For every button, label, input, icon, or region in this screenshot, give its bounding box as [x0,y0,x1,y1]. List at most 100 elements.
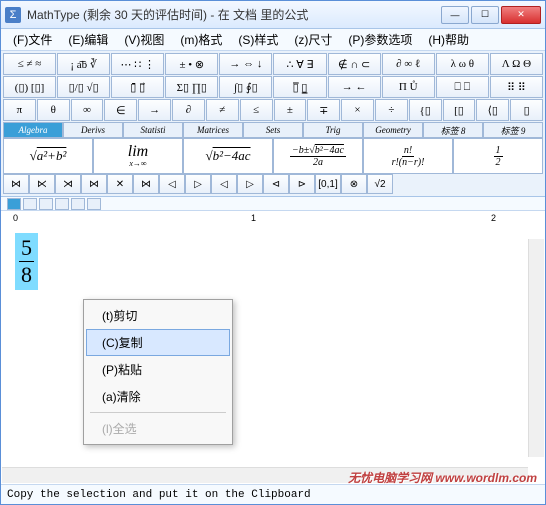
palette-matrices[interactable]: ⎕ ⎕ [436,76,489,98]
palette-overbar[interactable]: ▯̅ ▯̲ [273,76,326,98]
vertical-scrollbar[interactable] [528,239,544,457]
ctx-clear[interactable]: (a)清除 [86,383,230,410]
tab-matrices[interactable]: Matrices [183,122,243,138]
horizontal-ruler[interactable]: 0 1 2 [1,211,545,227]
ruler-btn-6[interactable] [87,198,101,210]
menu-format[interactable]: (m)格式 [172,29,230,50]
sym-leq[interactable]: ≤ [240,99,273,121]
palette-spaces[interactable]: ⋯ ∷ ⋮ [111,53,164,75]
palette-arrows[interactable]: → ⇔ ↓ [219,53,272,75]
tab-8[interactable]: 标签 8 [423,122,483,138]
tab-9[interactable]: 标签 9 [483,122,543,138]
sym-times[interactable]: × [341,99,374,121]
sym-neq[interactable]: ≠ [206,99,239,121]
palette-operators[interactable]: ± • ⊗ [165,53,218,75]
maximize-button[interactable]: ☐ [471,6,499,24]
ruler-controls [1,197,545,211]
sm-3[interactable]: ⋊ [55,174,81,194]
palette-greek-upper[interactable]: Λ Ω Θ [490,53,543,75]
formula-quadratic[interactable]: −b±√b²−4ac2a [273,138,363,174]
template-palette-row2: (▯) [▯] ▯/▯ √▯ ▯̄ ▯⃗ Σ▯ ∏▯ ∫▯ ∮▯ ▯̅ ▯̲ →… [3,76,543,98]
ruler-btn-2[interactable] [23,198,37,210]
tab-derivs[interactable]: Derivs [63,122,123,138]
tab-sets[interactable]: Sets [243,122,303,138]
sm-7[interactable]: ◁ [159,174,185,194]
fraction-denominator[interactable]: 8 [19,262,34,288]
palette-relations[interactable]: ≤ ≠ ≈ [3,53,56,75]
menu-edit[interactable]: (E)编辑 [60,29,116,50]
sm-1[interactable]: ⋈ [3,174,29,194]
sm-12[interactable]: ⊳ [289,174,315,194]
formula-binomial[interactable]: n!r!(n−r)! [363,138,453,174]
menu-view[interactable]: (V)视图 [116,29,172,50]
palette-logic[interactable]: ∴ ∀ ∃ [273,53,326,75]
ctx-paste[interactable]: (P)粘贴 [86,356,230,383]
sym-pm[interactable]: ± [274,99,307,121]
palette-misc[interactable]: ∂ ∞ ℓ [382,53,435,75]
sym-bracket[interactable]: [▯ [443,99,476,121]
sm-2[interactable]: ⋉ [29,174,55,194]
sm-10[interactable]: ▷ [237,174,263,194]
ctx-copy[interactable]: (C)复制 [86,329,230,356]
sym-div[interactable]: ÷ [375,99,408,121]
sm-6[interactable]: ⋈ [133,174,159,194]
sym-theta[interactable]: θ [37,99,70,121]
menu-file[interactable]: (F)文件 [5,29,60,50]
app-window: Σ MathType (剩余 30 天的评估时间) - 在 文档 里的公式 — … [0,0,546,505]
sym-partial[interactable]: ∂ [172,99,205,121]
sm-4[interactable]: ⋈ [81,174,107,194]
ctx-cut[interactable]: (t)剪切 [86,302,230,329]
menu-style[interactable]: (S)样式 [230,29,286,50]
sym-in[interactable]: ∈ [104,99,137,121]
palette-integrals[interactable]: ∫▯ ∮▯ [219,76,272,98]
sm-15[interactable]: √2 [367,174,393,194]
palette-settheory[interactable]: ∉ ∩ ⊂ [328,53,381,75]
ruler-btn-1[interactable] [7,198,21,210]
sym-brace[interactable]: {▯ [409,99,442,121]
sm-13[interactable]: [0,1] [315,174,341,194]
fraction-numerator[interactable]: 5 [19,235,34,262]
sm-11[interactable]: ⊲ [263,174,289,194]
ruler-mark-2: 2 [491,213,496,223]
selected-fraction[interactable]: 5 8 [15,233,38,290]
tab-statistics[interactable]: Statisti [123,122,183,138]
formula-half[interactable]: 12 [453,138,543,174]
menu-size[interactable]: (z)尺寸 [286,29,340,50]
sym-pi[interactable]: π [3,99,36,121]
palette-boxes[interactable]: ⠿ ⠿ [490,76,543,98]
menu-preferences[interactable]: (P)参数选项 [340,29,420,50]
ruler-btn-3[interactable] [39,198,53,210]
tab-geometry[interactable]: Geometry [363,122,423,138]
expression-tabs: Algebra Derivs Statisti Matrices Sets Tr… [3,122,543,138]
palette-subsup[interactable]: ▯̄ ▯⃗ [111,76,164,98]
palette-greek-lower[interactable]: λ ω θ [436,53,489,75]
sym-angle[interactable]: ⟨▯ [476,99,509,121]
palette-labeled-arrows[interactable]: → ← [328,76,381,98]
palette-fractions[interactable]: ▯/▯ √▯ [57,76,110,98]
sm-14[interactable]: ⊗ [341,174,367,194]
minimize-button[interactable]: — [441,6,469,24]
palette-summation[interactable]: Σ▯ ∏▯ [165,76,218,98]
palette-products[interactable]: Π Ů [382,76,435,98]
sym-mp[interactable]: ∓ [307,99,340,121]
ruler-btn-4[interactable] [55,198,69,210]
sym-inf[interactable]: ∞ [71,99,104,121]
sym-arrow[interactable]: → [138,99,171,121]
menubar: (F)文件 (E)编辑 (V)视图 (m)格式 (S)样式 (z)尺寸 (P)参… [1,29,545,51]
formula-limit[interactable]: limx→∞ [93,138,183,174]
formula-pythag[interactable]: √a²+b² [3,138,93,174]
sm-8[interactable]: ▷ [185,174,211,194]
window-controls: — ☐ ✕ [441,6,541,24]
menu-help[interactable]: (H)帮助 [420,29,477,50]
small-toolbar-row: ⋈ ⋉ ⋊ ⋈ ✕ ⋈ ◁ ▷ ◁ ▷ ⊲ ⊳ [0,1] ⊗ √2 [3,174,543,194]
close-button[interactable]: ✕ [501,6,541,24]
tab-algebra[interactable]: Algebra [3,122,63,138]
palette-fences[interactable]: (▯) [▯] [3,76,56,98]
sym-slot[interactable]: ▯ [510,99,543,121]
sm-9[interactable]: ◁ [211,174,237,194]
formula-discriminant[interactable]: √b²−4ac [183,138,273,174]
ruler-btn-5[interactable] [71,198,85,210]
sm-5[interactable]: ✕ [107,174,133,194]
palette-embellish[interactable]: ¡ a͡b ∛ [57,53,110,75]
tab-trig[interactable]: Trig [303,122,363,138]
